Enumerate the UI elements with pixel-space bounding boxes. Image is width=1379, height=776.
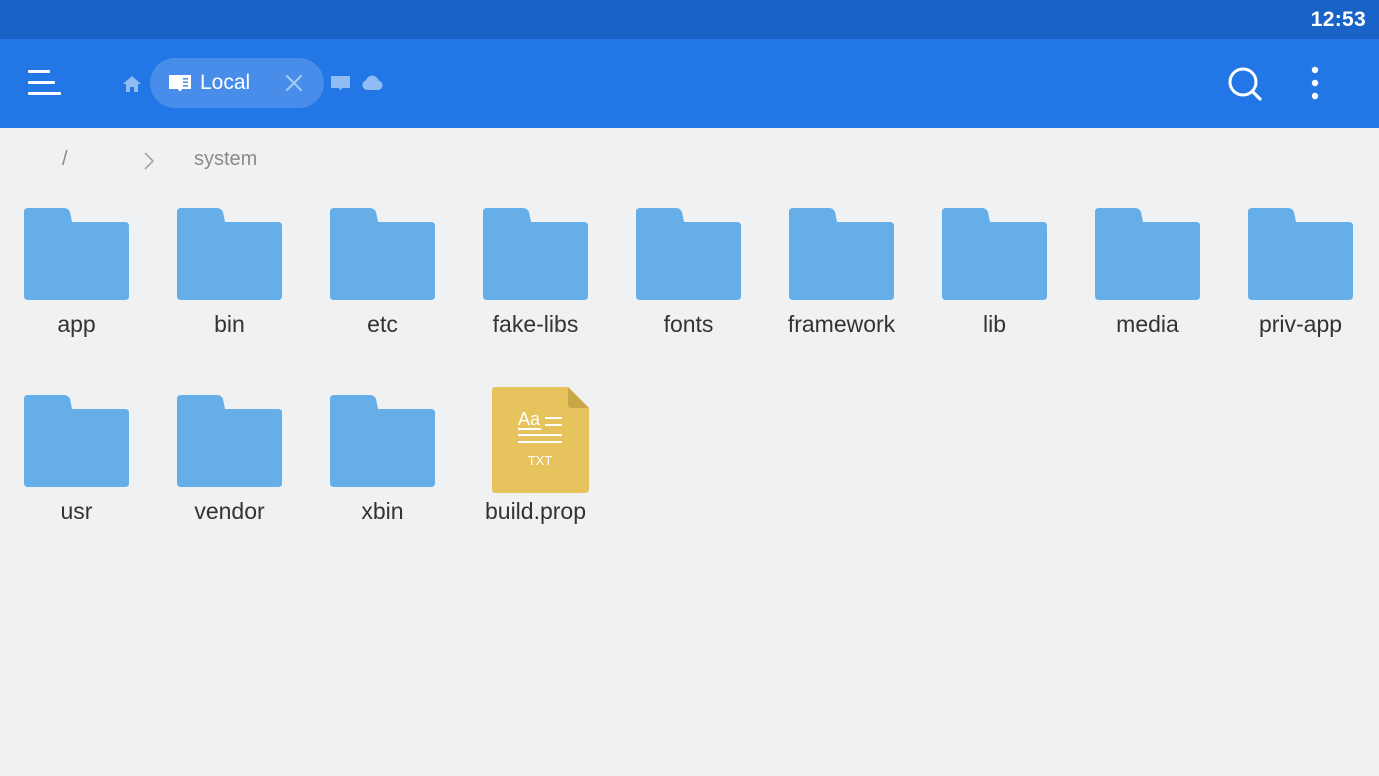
folder-item[interactable]: etc: [306, 200, 459, 370]
sd-card-icon[interactable]: [330, 75, 351, 92]
breadcrumb-current[interactable]: system: [194, 148, 257, 171]
file-name: etc: [367, 311, 398, 337]
file-name: priv-app: [1258, 311, 1343, 337]
folder-icon: [177, 208, 282, 300]
breadcrumb: / system: [0, 128, 1379, 194]
app-bar: Local: [0, 39, 1379, 128]
folder-item[interactable]: usr: [0, 387, 153, 557]
folder-icon: [24, 208, 129, 300]
folder-item[interactable]: fonts: [612, 200, 765, 370]
folder-icon: [330, 395, 435, 487]
folder-item[interactable]: xbin: [306, 387, 459, 557]
folder-item[interactable]: priv-app: [1224, 200, 1377, 370]
file-name: usr: [60, 498, 93, 524]
folder-item[interactable]: framework: [765, 200, 918, 370]
file-name: fonts: [663, 311, 714, 337]
folder-icon: [789, 208, 894, 300]
folder-icon: [1095, 208, 1200, 300]
folder-item[interactable]: media: [1071, 200, 1224, 370]
home-icon[interactable]: [121, 73, 143, 95]
breadcrumb-root[interactable]: /: [62, 148, 68, 171]
folder-item[interactable]: bin: [153, 200, 306, 370]
status-time: 12:53: [1310, 8, 1366, 31]
close-icon[interactable]: [284, 73, 304, 93]
file-name: media: [1116, 311, 1179, 337]
file-name: build.prop: [484, 498, 587, 524]
cloud-icon[interactable]: [361, 74, 384, 92]
file-name: app: [57, 311, 96, 337]
file-name: lib: [982, 311, 1006, 337]
txt-icon-label: TXT: [528, 453, 553, 468]
folder-icon: [24, 395, 129, 487]
file-name: bin: [214, 311, 245, 337]
txt-icon-glyph: Aa: [518, 409, 541, 429]
folder-icon: [1248, 208, 1353, 300]
hamburger-menu-icon[interactable]: [28, 68, 62, 98]
chevron-right-icon: [144, 152, 155, 170]
txt-file-icon: Aa TXT: [492, 387, 589, 493]
folder-item[interactable]: fake-libs: [459, 200, 612, 370]
file-item[interactable]: Aa TXT build.prop: [459, 387, 612, 557]
folder-item[interactable]: vendor: [153, 387, 306, 557]
folder-icon: [942, 208, 1047, 300]
folder-icon: [177, 395, 282, 487]
file-name: vendor: [194, 498, 265, 524]
folder-icon: [330, 208, 435, 300]
folder-item[interactable]: app: [0, 200, 153, 370]
folder-icon: [636, 208, 741, 300]
file-name: fake-libs: [492, 311, 579, 337]
tab-local[interactable]: Local: [150, 58, 324, 108]
more-vertical-icon[interactable]: [1300, 64, 1330, 104]
folder-icon: [483, 208, 588, 300]
device-storage-icon: [169, 75, 191, 91]
status-bar: 12:53: [0, 0, 1379, 39]
tab-label: Local: [200, 71, 251, 94]
folder-item[interactable]: lib: [918, 200, 1071, 370]
file-name: framework: [787, 311, 896, 337]
search-icon[interactable]: [1225, 64, 1265, 104]
file-name: xbin: [361, 498, 404, 524]
